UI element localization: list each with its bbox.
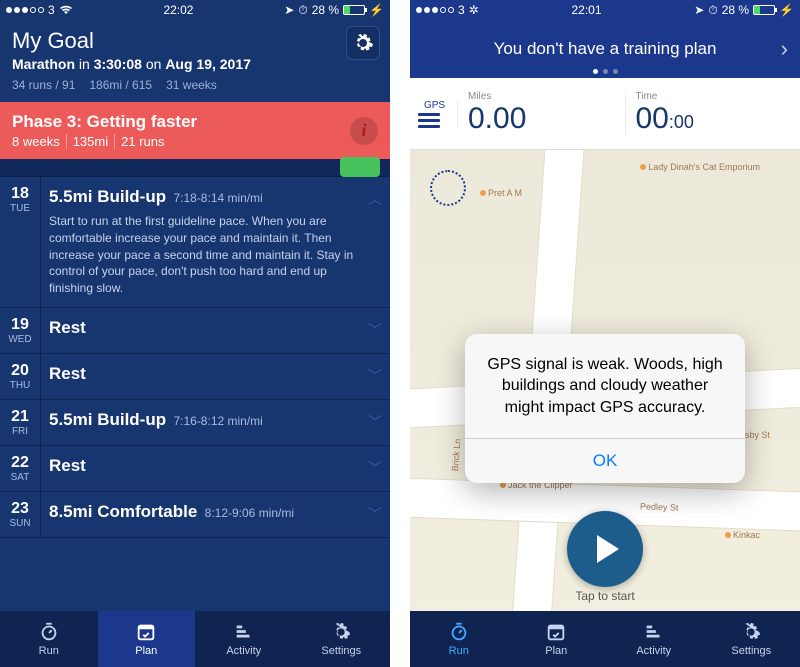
phase-banner[interactable]: Phase 3: Getting faster 8 weeks135mi21 r… — [0, 102, 390, 159]
status-bar: 3 ✲ 22:01 ➤ ⏱ 28 % ⚡ — [410, 0, 800, 20]
battery-icon — [343, 5, 365, 15]
row-content: 5.5mi Build-up 7:16-8:12 min/mi ﹀ — [40, 400, 390, 445]
map-area[interactable]: Lady Dinah's Cat Emporium Pret A M Brick… — [410, 150, 800, 667]
date-col: 18TUE — [0, 177, 40, 307]
gps-alert: GPS signal is weak. Woods, high building… — [465, 334, 745, 484]
alert-ok-button[interactable]: OK — [465, 438, 745, 483]
chevron-down-icon[interactable]: ﹀ — [368, 366, 382, 386]
battery-pct: 28 % — [312, 3, 339, 17]
row-title: Rest — [49, 364, 86, 383]
schedule-row[interactable]: 21FRI 5.5mi Build-up 7:16-8:12 min/mi ﹀ — [0, 400, 390, 446]
charging-icon: ⚡ — [779, 3, 794, 17]
schedule-row[interactable]: 18TUE 5.5mi Build-up 7:18-8:14 min/mi Star… — [0, 177, 390, 308]
phone-run-screen: 3 ✲ 22:01 ➤ ⏱ 28 % ⚡ You don't have a tr… — [410, 0, 800, 667]
location-icon: ➤ — [284, 3, 294, 17]
date-col: 19WED — [0, 308, 40, 353]
tab-settings[interactable]: Settings — [703, 611, 800, 667]
settings-gear-button[interactable] — [346, 26, 380, 60]
stats-row: GPS Miles 0.00 Time 00:00 — [410, 78, 800, 150]
row-pace: 8:12-9:06 min/mi — [201, 506, 294, 520]
row-title: 5.5mi Build-up — [49, 187, 166, 206]
clock: 22:01 — [571, 3, 601, 17]
done-pill — [340, 157, 380, 177]
row-desc: Start to run at the first guideline pace… — [49, 213, 360, 297]
row-title: Rest — [49, 318, 86, 337]
row-title: Rest — [49, 456, 86, 475]
schedule-row[interactable]: 23SUN 8.5mi Comfortable 8:12-9:06 min/mi ﹀ — [0, 492, 390, 538]
goal-header: My Goal Marathon in 3:30:08 on Aug 19, 2… — [0, 20, 390, 102]
row-content: 5.5mi Build-up 7:18-8:14 min/mi Start to … — [40, 177, 390, 307]
tab-activity[interactable]: Activity — [605, 611, 703, 667]
date-col: 20THU — [0, 354, 40, 399]
battery-icon — [753, 5, 775, 15]
chevron-down-icon[interactable]: ﹀ — [368, 412, 382, 432]
tab-activity[interactable]: Activity — [195, 611, 293, 667]
tab-bar: Run Plan Activity Settings — [0, 611, 390, 667]
chevron-right-icon[interactable]: › — [781, 36, 788, 62]
status-bar: 3 22:02 ➤ ⏱ 28 % ⚡ — [0, 0, 390, 20]
date-col: 21FRI — [0, 400, 40, 445]
chevron-down-icon[interactable]: ﹀ — [368, 504, 382, 524]
schedule-row[interactable]: 20THU Rest ﹀ — [0, 354, 390, 400]
gps-indicator[interactable]: GPS — [418, 100, 458, 128]
phase-title: Phase 3: Getting faster — [12, 112, 197, 132]
row-content: Rest ﹀ — [40, 354, 390, 399]
row-content: Rest ﹀ — [40, 446, 390, 491]
row-content: 8.5mi Comfortable 8:12-9:06 min/mi ﹀ — [40, 492, 390, 537]
phone-plan-screen: 3 22:02 ➤ ⏱ 28 % ⚡ My Goal Marathon in 3… — [0, 0, 390, 667]
alert-overlay: GPS signal is weak. Woods, high building… — [410, 150, 800, 667]
page-dots — [593, 69, 618, 74]
chevron-down-icon[interactable]: ﹀ — [368, 320, 382, 340]
partial-row — [0, 159, 390, 177]
tab-settings[interactable]: Settings — [293, 611, 391, 667]
row-title: 5.5mi Build-up — [49, 410, 166, 429]
alert-message: GPS signal is weak. Woods, high building… — [465, 334, 745, 439]
row-content: Rest ﹀ — [40, 308, 390, 353]
goal-subtitle: Marathon in 3:30:08 on Aug 19, 2017 — [12, 56, 378, 72]
stat-miles[interactable]: Miles 0.00 — [458, 91, 626, 136]
clock: 22:02 — [163, 3, 193, 17]
signal-dots — [6, 7, 44, 13]
schedule-row[interactable]: 19WED Rest ﹀ — [0, 308, 390, 354]
chevron-up-icon[interactable]: ︿ — [368, 189, 382, 209]
goal-stats: 34 runs / 91 186mi / 615 31 weeks — [12, 78, 378, 92]
carrier: 3 — [48, 3, 55, 17]
row-title: 8.5mi Comfortable — [49, 502, 197, 521]
tab-plan[interactable]: Plan — [508, 611, 606, 667]
phase-stats: 8 weeks135mi21 runs — [12, 134, 197, 149]
tab-run[interactable]: Run — [410, 611, 508, 667]
schedule-list[interactable]: 18TUE 5.5mi Build-up 7:18-8:14 min/mi Star… — [0, 177, 390, 611]
tab-bar: Run Plan Activity Settings — [410, 611, 800, 667]
date-col: 22SAT — [0, 446, 40, 491]
loading-icon: ✲ — [469, 3, 479, 17]
nav-banner[interactable]: You don't have a training plan › — [410, 20, 800, 78]
signal-dots — [416, 7, 454, 13]
row-pace: 7:18-8:14 min/mi — [170, 191, 263, 205]
tab-run[interactable]: Run — [0, 611, 98, 667]
row-pace: 7:16-8:12 min/mi — [170, 414, 263, 428]
location-icon: ➤ — [694, 3, 704, 17]
tab-plan[interactable]: Plan — [98, 611, 196, 667]
charging-icon: ⚡ — [369, 3, 384, 17]
chevron-down-icon[interactable]: ﹀ — [368, 458, 382, 478]
info-icon[interactable]: i — [350, 117, 378, 145]
alarm-icon: ⏱ — [708, 3, 717, 18]
wifi-icon — [59, 5, 73, 15]
stat-time[interactable]: Time 00:00 — [626, 91, 793, 136]
goal-title: My Goal — [12, 28, 378, 54]
date-col: 23SUN — [0, 492, 40, 537]
schedule-row[interactable]: 22SAT Rest ﹀ — [0, 446, 390, 492]
alarm-icon: ⏱ — [298, 3, 307, 18]
